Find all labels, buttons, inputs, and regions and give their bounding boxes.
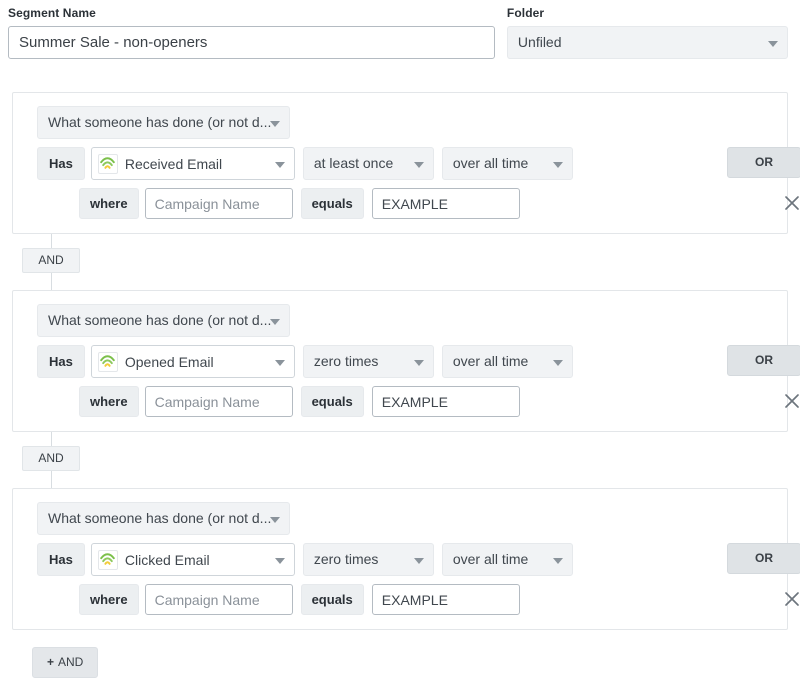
where-label: where bbox=[79, 386, 139, 417]
event-select-value: Opened Email bbox=[125, 354, 214, 370]
condition-type-value: What someone has done (or not d... bbox=[48, 305, 271, 336]
event-select[interactable]: Opened Email bbox=[91, 345, 295, 378]
condition-type-row: What someone has done (or not d... bbox=[37, 304, 775, 337]
plus-icon: + bbox=[47, 655, 54, 669]
folder-label: Folder bbox=[507, 6, 788, 20]
and-connector: AND bbox=[12, 432, 788, 488]
condition-main-row: Has Clicked Email zero times over all ti… bbox=[37, 543, 775, 576]
folder-select[interactable]: Unfiled bbox=[507, 26, 788, 59]
event-select-value: Received Email bbox=[125, 156, 222, 172]
segment-header-row: Segment Name Folder Unfiled bbox=[0, 0, 800, 59]
close-icon bbox=[779, 190, 800, 216]
condition-type-select[interactable]: What someone has done (or not d... bbox=[37, 106, 290, 139]
remove-condition-button[interactable] bbox=[779, 190, 800, 216]
chevron-down-icon bbox=[553, 558, 563, 564]
chevron-down-icon bbox=[270, 121, 280, 127]
add-and-button[interactable]: + AND bbox=[32, 647, 98, 678]
event-count-select[interactable]: zero times bbox=[303, 345, 434, 378]
segment-name-label: Segment Name bbox=[8, 6, 495, 20]
condition-main-row: Has Opened Email zero times over all tim… bbox=[37, 345, 775, 378]
where-field-input[interactable] bbox=[145, 584, 293, 615]
where-field-input[interactable] bbox=[145, 386, 293, 417]
event-select-value: Clicked Email bbox=[125, 552, 210, 568]
chevron-down-icon bbox=[275, 360, 285, 366]
condition-type-row: What someone has done (or not d... bbox=[37, 106, 775, 139]
event-timeframe-value: over all time bbox=[453, 353, 528, 369]
has-label: Has bbox=[37, 345, 85, 378]
chevron-down-icon bbox=[275, 162, 285, 168]
condition-type-select[interactable]: What someone has done (or not d... bbox=[37, 304, 290, 337]
where-value-input[interactable] bbox=[372, 188, 520, 219]
operator-label: equals bbox=[301, 386, 364, 417]
close-icon bbox=[779, 586, 800, 612]
event-select[interactable]: Clicked Email bbox=[91, 543, 295, 576]
where-value-input[interactable] bbox=[372, 584, 520, 615]
segment-name-field-group: Segment Name bbox=[8, 6, 495, 59]
event-timeframe-select[interactable]: over all time bbox=[442, 345, 573, 378]
event-count-value: zero times bbox=[314, 353, 379, 369]
freddie-icon bbox=[98, 154, 118, 174]
condition-card: What someone has done (or not d... Has O… bbox=[12, 290, 788, 432]
condition-card: What someone has done (or not d... Has C… bbox=[12, 488, 788, 630]
chevron-down-icon bbox=[553, 360, 563, 366]
and-connector: AND bbox=[12, 234, 788, 290]
folder-field-group: Folder Unfiled bbox=[507, 6, 788, 59]
condition-type-value: What someone has done (or not d... bbox=[48, 503, 271, 534]
chevron-down-icon bbox=[414, 558, 424, 564]
where-label: where bbox=[79, 584, 139, 615]
condition-type-value: What someone has done (or not d... bbox=[48, 107, 271, 138]
chevron-down-icon bbox=[414, 162, 424, 168]
chevron-down-icon bbox=[270, 517, 280, 523]
event-count-value: at least once bbox=[314, 155, 393, 171]
add-and-label: AND bbox=[58, 655, 83, 669]
condition-type-select[interactable]: What someone has done (or not d... bbox=[37, 502, 290, 535]
condition-card: What someone has done (or not d... Has R… bbox=[12, 92, 788, 234]
operator-label: equals bbox=[301, 584, 364, 615]
and-badge[interactable]: AND bbox=[22, 446, 80, 471]
remove-condition-button[interactable] bbox=[779, 586, 800, 612]
condition-main-row: Has Received Email at least once over al… bbox=[37, 147, 775, 180]
event-count-value: zero times bbox=[314, 551, 379, 567]
event-timeframe-select[interactable]: over all time bbox=[442, 543, 573, 576]
condition-where-row: where equals bbox=[79, 584, 775, 615]
where-value-input[interactable] bbox=[372, 386, 520, 417]
segment-condition-builder: What someone has done (or not d... Has R… bbox=[0, 92, 800, 678]
or-button[interactable]: OR bbox=[727, 147, 800, 178]
or-button[interactable]: OR bbox=[727, 345, 800, 376]
folder-select-value: Unfiled bbox=[518, 34, 562, 50]
event-count-select[interactable]: zero times bbox=[303, 543, 434, 576]
chevron-down-icon bbox=[275, 558, 285, 564]
condition-type-row: What someone has done (or not d... bbox=[37, 502, 775, 535]
condition-where-row: where equals bbox=[79, 386, 775, 417]
where-field-input[interactable] bbox=[145, 188, 293, 219]
and-badge[interactable]: AND bbox=[22, 248, 80, 273]
chevron-down-icon bbox=[768, 41, 778, 47]
chevron-down-icon bbox=[270, 319, 280, 325]
has-label: Has bbox=[37, 543, 85, 576]
chevron-down-icon bbox=[414, 360, 424, 366]
operator-label: equals bbox=[301, 188, 364, 219]
chevron-down-icon bbox=[553, 162, 563, 168]
event-timeframe-value: over all time bbox=[453, 155, 528, 171]
remove-condition-button[interactable] bbox=[779, 388, 800, 414]
close-icon bbox=[779, 388, 800, 414]
freddie-icon bbox=[98, 352, 118, 372]
freddie-icon bbox=[98, 550, 118, 570]
event-count-select[interactable]: at least once bbox=[303, 147, 434, 180]
event-timeframe-value: over all time bbox=[453, 551, 528, 567]
segment-name-input[interactable] bbox=[8, 26, 495, 59]
has-label: Has bbox=[37, 147, 85, 180]
where-label: where bbox=[79, 188, 139, 219]
or-button[interactable]: OR bbox=[727, 543, 800, 574]
condition-where-row: where equals bbox=[79, 188, 775, 219]
event-select[interactable]: Received Email bbox=[91, 147, 295, 180]
event-timeframe-select[interactable]: over all time bbox=[442, 147, 573, 180]
